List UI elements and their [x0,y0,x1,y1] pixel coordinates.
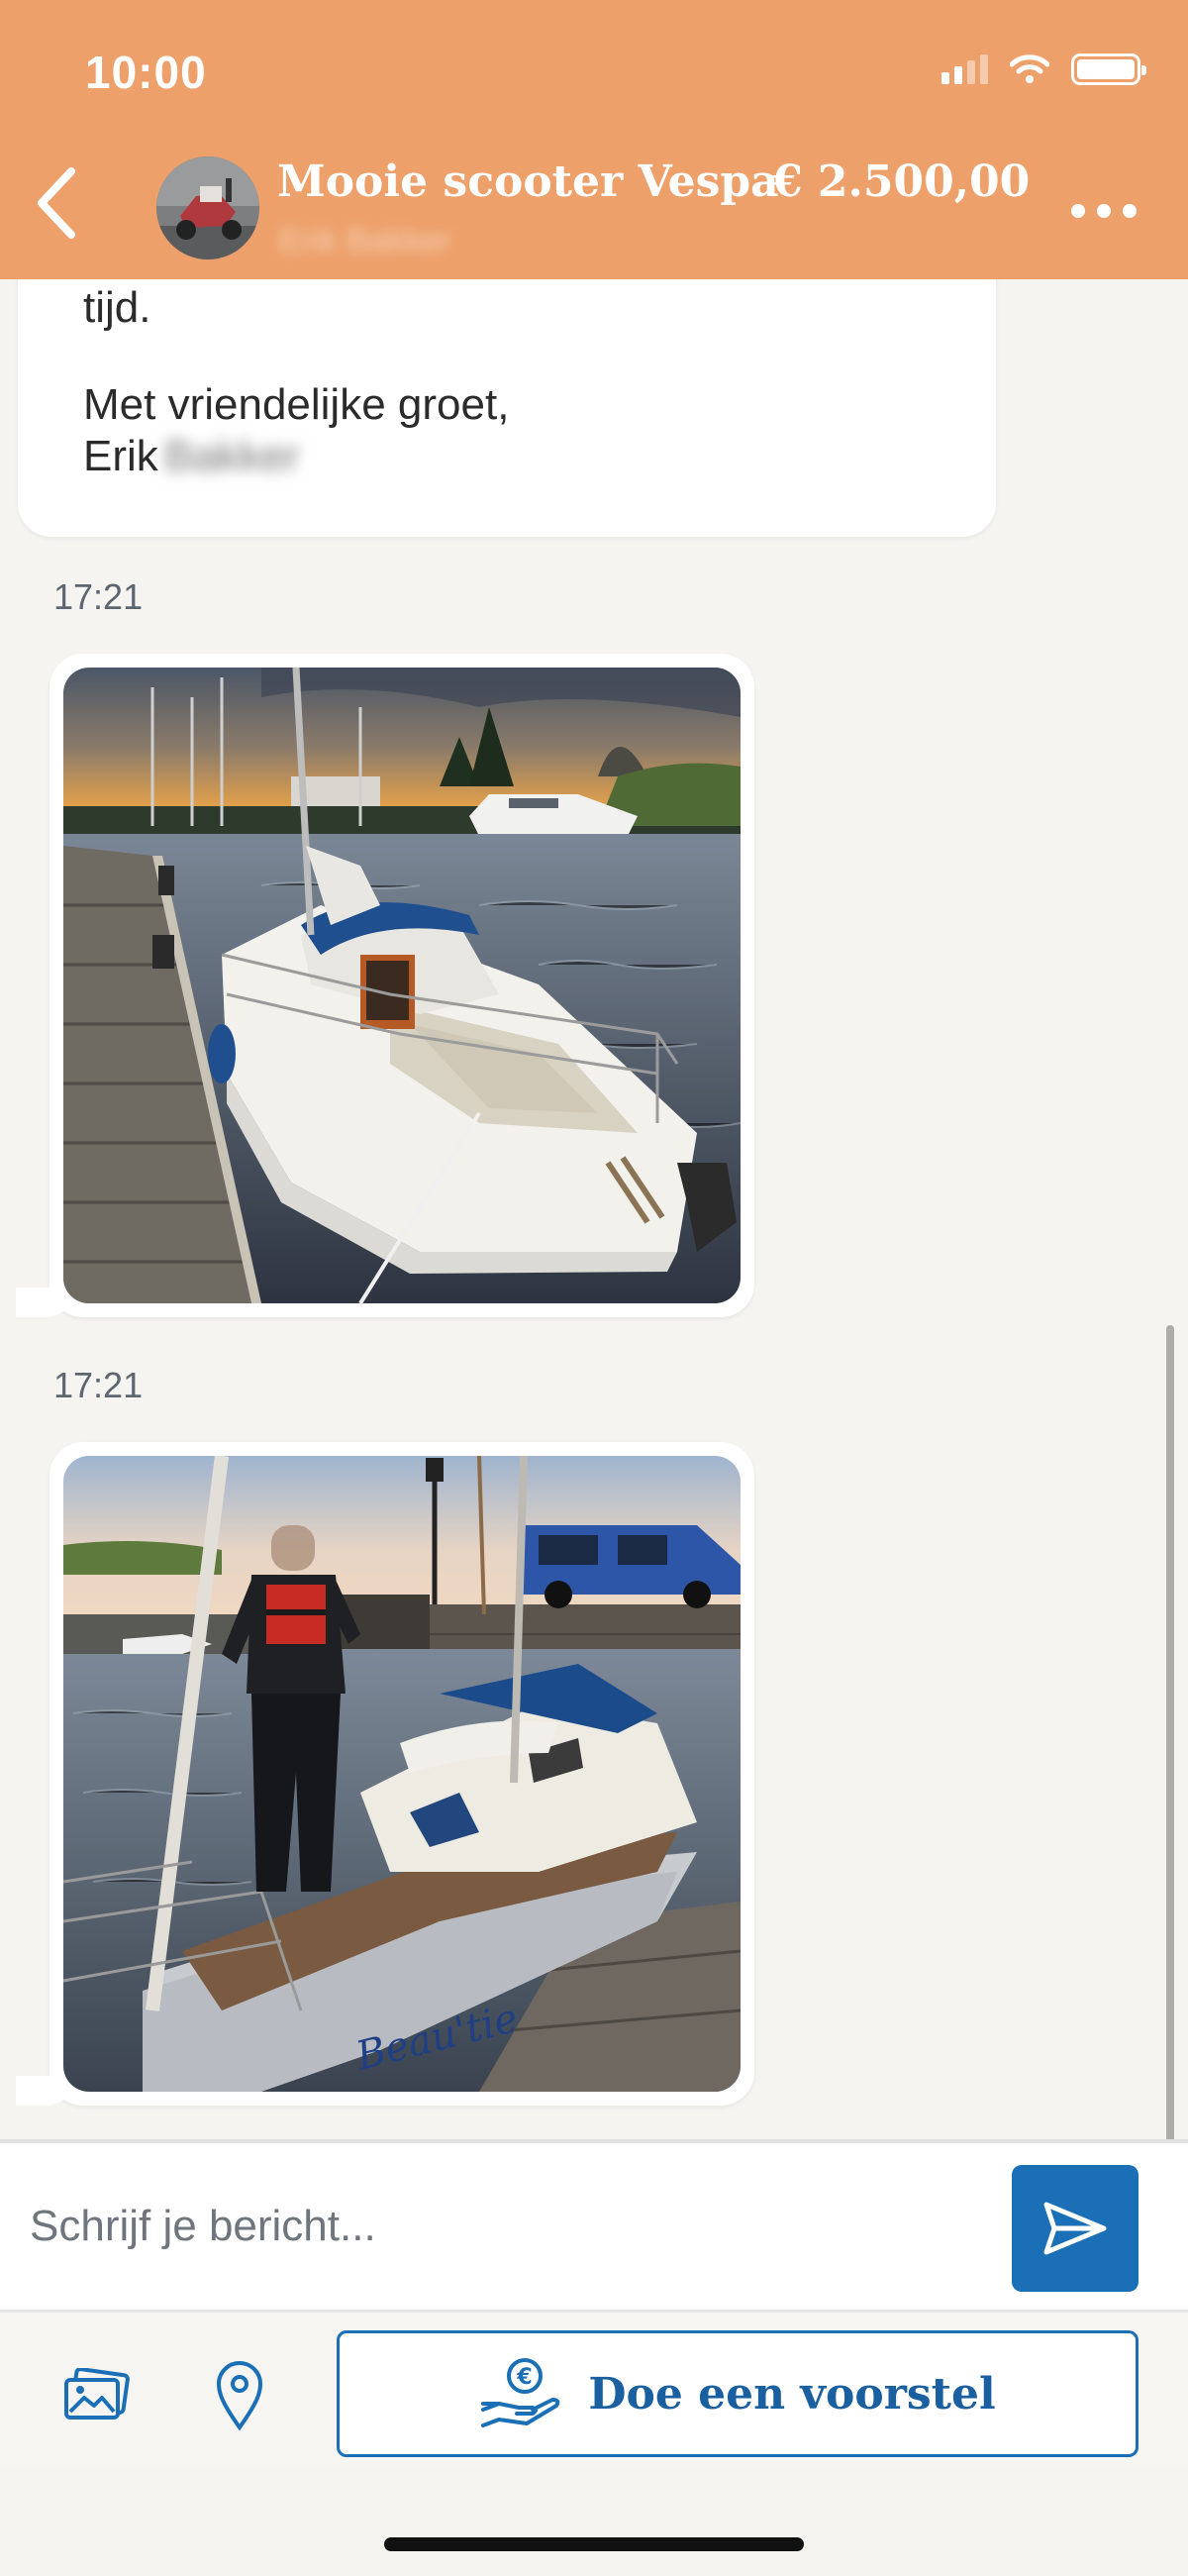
euro-hand-icon: € [481,2358,560,2427]
message-text: Met vriendelijke groet, [83,380,510,429]
back-button[interactable] [22,158,91,248]
signature-last-name-blurred: Bakker [163,432,300,480]
location-icon [216,2361,263,2431]
listing-avatar[interactable] [156,156,259,259]
chat-header: 10:00 Mooie scooter Vespa € 2.500,00 Eri… [0,0,1188,279]
make-offer-label: Doe een voorstel [588,2368,996,2420]
scrollbar[interactable] [1166,1325,1174,2139]
status-time: 10:00 [85,47,207,98]
battery-icon [1071,53,1146,85]
more-icon-dot [1123,204,1137,218]
message-bubble: tijd. Met vriendelijke groet, Erik Bakker [18,279,996,537]
conversation[interactable]: tijd. Met vriendelijke groet, Erik Bakker… [0,279,1188,2139]
message-signature: Erik Bakker [83,432,300,481]
attach-photo-button[interactable] [55,2354,139,2437]
cellular-signal-icon [941,54,988,84]
photo-message[interactable]: Beau'tie [16,1442,754,2106]
boat-photo[interactable] [63,668,741,1303]
signature-first-name: Erik [83,432,158,480]
message-composer [0,2139,1188,2310]
status-icons [941,53,1146,85]
more-icon-dot [1071,204,1085,218]
share-location-button[interactable] [198,2354,281,2437]
home-indicator [384,2537,804,2551]
send-button[interactable] [1012,2165,1138,2292]
status-bar: 10:00 [0,0,1188,149]
gallery-icon [64,2368,130,2420]
back-icon [38,167,75,239]
wifi-icon [1010,54,1049,83]
photo-message[interactable] [16,654,754,1317]
seller-name: Erik Bakker [279,222,451,259]
message-input[interactable] [30,2177,980,2276]
boat-photo[interactable]: Beau'tie [63,1456,741,2092]
message-text: tijd. [83,283,151,332]
message-timestamp: 17:21 [53,1365,144,1405]
listing-title[interactable]: Mooie scooter Vespa [277,156,779,207]
more-options-button[interactable] [1059,186,1148,236]
make-offer-button[interactable]: € Doe een voorstel [337,2330,1138,2457]
more-icon-dot [1097,204,1111,218]
send-icon [1043,2202,1107,2255]
listing-price: € 2.500,00 [772,156,1031,207]
svg-text:€: € [517,2365,533,2390]
action-bar: € Doe een voorstel [0,2310,1188,2468]
message-timestamp: 17:21 [53,576,144,617]
